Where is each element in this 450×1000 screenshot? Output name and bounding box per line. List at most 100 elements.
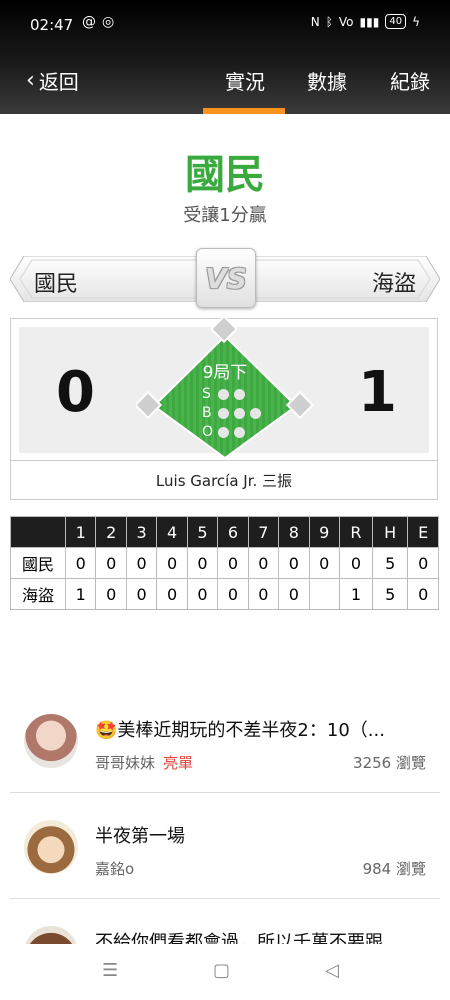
ball-label: B (202, 405, 212, 421)
home-score: 0 (56, 360, 95, 425)
linescore-header: 9 (308, 516, 340, 548)
out-indicator (234, 427, 245, 438)
volte-icon: Vo (338, 14, 354, 29)
runs-cell: 0 (338, 547, 373, 579)
ball-indicator (218, 408, 229, 419)
linescore-header: R (338, 516, 373, 548)
back-label: 返回 (38, 70, 79, 94)
chevron-left-icon: ‹ (26, 68, 35, 93)
back-triangle-icon[interactable]: ◁ (325, 960, 339, 981)
linescore-header: 1 (64, 516, 97, 548)
avatar (24, 714, 78, 768)
linescore-header: 7 (247, 516, 280, 548)
ball-indicator (250, 408, 261, 419)
app-notification-icon: ◎ (102, 14, 115, 30)
score-cell: 0 (186, 547, 219, 579)
strike-indicator (234, 389, 245, 400)
linescore-row-home: 國民 0 0 0 0 0 0 0 0 0 0 5 0 (10, 547, 439, 579)
inning-indicator: 9局下 (202, 363, 248, 383)
linescore-header: E (407, 516, 439, 548)
errors-cell: 0 (407, 547, 439, 579)
score-cell: 1 (64, 578, 97, 610)
away-score: 1 (358, 360, 397, 425)
app-header: 02:47 @ ◎ N ᛒ Vo ▮▮▮ 40 ϟ ‹ 返回 實況 數據 紀錄 (0, 0, 450, 114)
linescore-header: 4 (156, 516, 188, 548)
score-cell: 0 (308, 547, 340, 579)
ball-indicator (234, 408, 245, 419)
score-cell: 0 (95, 578, 127, 610)
post-title: 不給你們看都會過，所以千萬不要跟 (95, 932, 383, 944)
linescore-header: 3 (125, 516, 158, 548)
post-author: 哥哥妹妹 (95, 754, 156, 772)
divider (10, 460, 438, 461)
back-button[interactable]: ‹ 返回 (26, 66, 79, 95)
linescore-header: 5 (186, 516, 219, 548)
score-cell: 0 (156, 578, 188, 610)
result-description: 受讓1分贏 (183, 205, 267, 226)
score-cell: 0 (247, 547, 280, 579)
divider (10, 792, 440, 793)
vs-badge: VS (196, 248, 256, 308)
linescore-header-row: 1 2 3 4 5 6 7 8 9 R H E (10, 516, 439, 548)
tab-stats[interactable]: 數據 (307, 66, 347, 95)
score-cell: 0 (278, 547, 310, 579)
post-tag: 亮單 (163, 754, 194, 772)
post-views: 984 瀏覽 (362, 860, 426, 878)
post-item[interactable]: 不給你們看都會過，所以千萬不要跟 (10, 912, 440, 944)
score-cell: 0 (125, 547, 158, 579)
score-cell: 0 (64, 547, 97, 579)
threads-icon: @ (82, 14, 96, 30)
avatar (24, 820, 78, 874)
post-item[interactable]: 半夜第一場 嘉銘o 984 瀏覽 (10, 806, 440, 896)
score-cell: 0 (217, 578, 249, 610)
battery-icon: 40 (385, 14, 407, 29)
score-cell: 0 (217, 547, 249, 579)
third-base (136, 390, 163, 420)
active-tab-indicator (203, 108, 285, 114)
errors-cell: 0 (407, 578, 439, 610)
post-title: 🤩美棒近期玩的不差半夜2：10（... (95, 720, 385, 741)
away-team-name: 海盜 (371, 272, 416, 297)
score-cell: 0 (95, 547, 127, 579)
score-cell (308, 578, 340, 610)
home-icon[interactable]: ▢ (213, 960, 230, 981)
score-cell: 0 (278, 578, 310, 610)
status-time: 02:47 (30, 16, 74, 34)
post-item[interactable]: 🤩美棒近期玩的不差半夜2：10（... 哥哥妹妹 亮單 3256 瀏覽 (10, 700, 440, 790)
divider (10, 898, 440, 899)
score-cell: 0 (186, 578, 219, 610)
tab-records[interactable]: 紀錄 (390, 66, 430, 95)
hits-cell: 5 (371, 547, 409, 579)
post-title: 半夜第一場 (95, 826, 185, 847)
system-nav-bar: ☰ ▢ ◁ (0, 944, 450, 1000)
home-team-name: 國民 (34, 272, 79, 297)
strike-label: S (202, 386, 211, 402)
nfc-icon: N (310, 14, 320, 29)
hits-cell: 5 (371, 578, 409, 610)
score-cell: 0 (125, 578, 158, 610)
score-cell: 0 (156, 547, 188, 579)
post-views: 3256 瀏覽 (353, 754, 426, 772)
first-base (285, 390, 314, 420)
runs-cell: 1 (338, 578, 373, 610)
score-cell: 0 (247, 578, 280, 610)
winner-team: 國民 (185, 152, 265, 198)
linescore-table: 1 2 3 4 5 6 7 8 9 R H E 國民 0 0 0 0 0 0 0… (10, 516, 439, 610)
second-base (209, 318, 239, 344)
charging-icon: ϟ (412, 14, 420, 29)
linescore-header: H (371, 516, 409, 548)
team-cell: 國民 (10, 547, 66, 579)
menu-icon[interactable]: ☰ (102, 960, 118, 981)
out-indicator (218, 427, 229, 438)
linescore-header: 2 (95, 516, 127, 548)
linescore-header (10, 516, 66, 548)
post-author: 嘉銘o (95, 860, 135, 878)
signal-icon: ▮▮▮ (359, 14, 380, 29)
last-play-description: Luis García Jr. 三振 (155, 472, 293, 490)
linescore-header: 6 (217, 516, 249, 548)
tab-live[interactable]: 實況 (225, 66, 265, 95)
bluetooth-icon: ᛒ (325, 14, 333, 29)
linescore-header: 8 (278, 516, 310, 548)
linescore-row-away: 海盜 1 0 0 0 0 0 0 0 1 5 0 (10, 578, 439, 610)
strike-indicator (218, 389, 229, 400)
